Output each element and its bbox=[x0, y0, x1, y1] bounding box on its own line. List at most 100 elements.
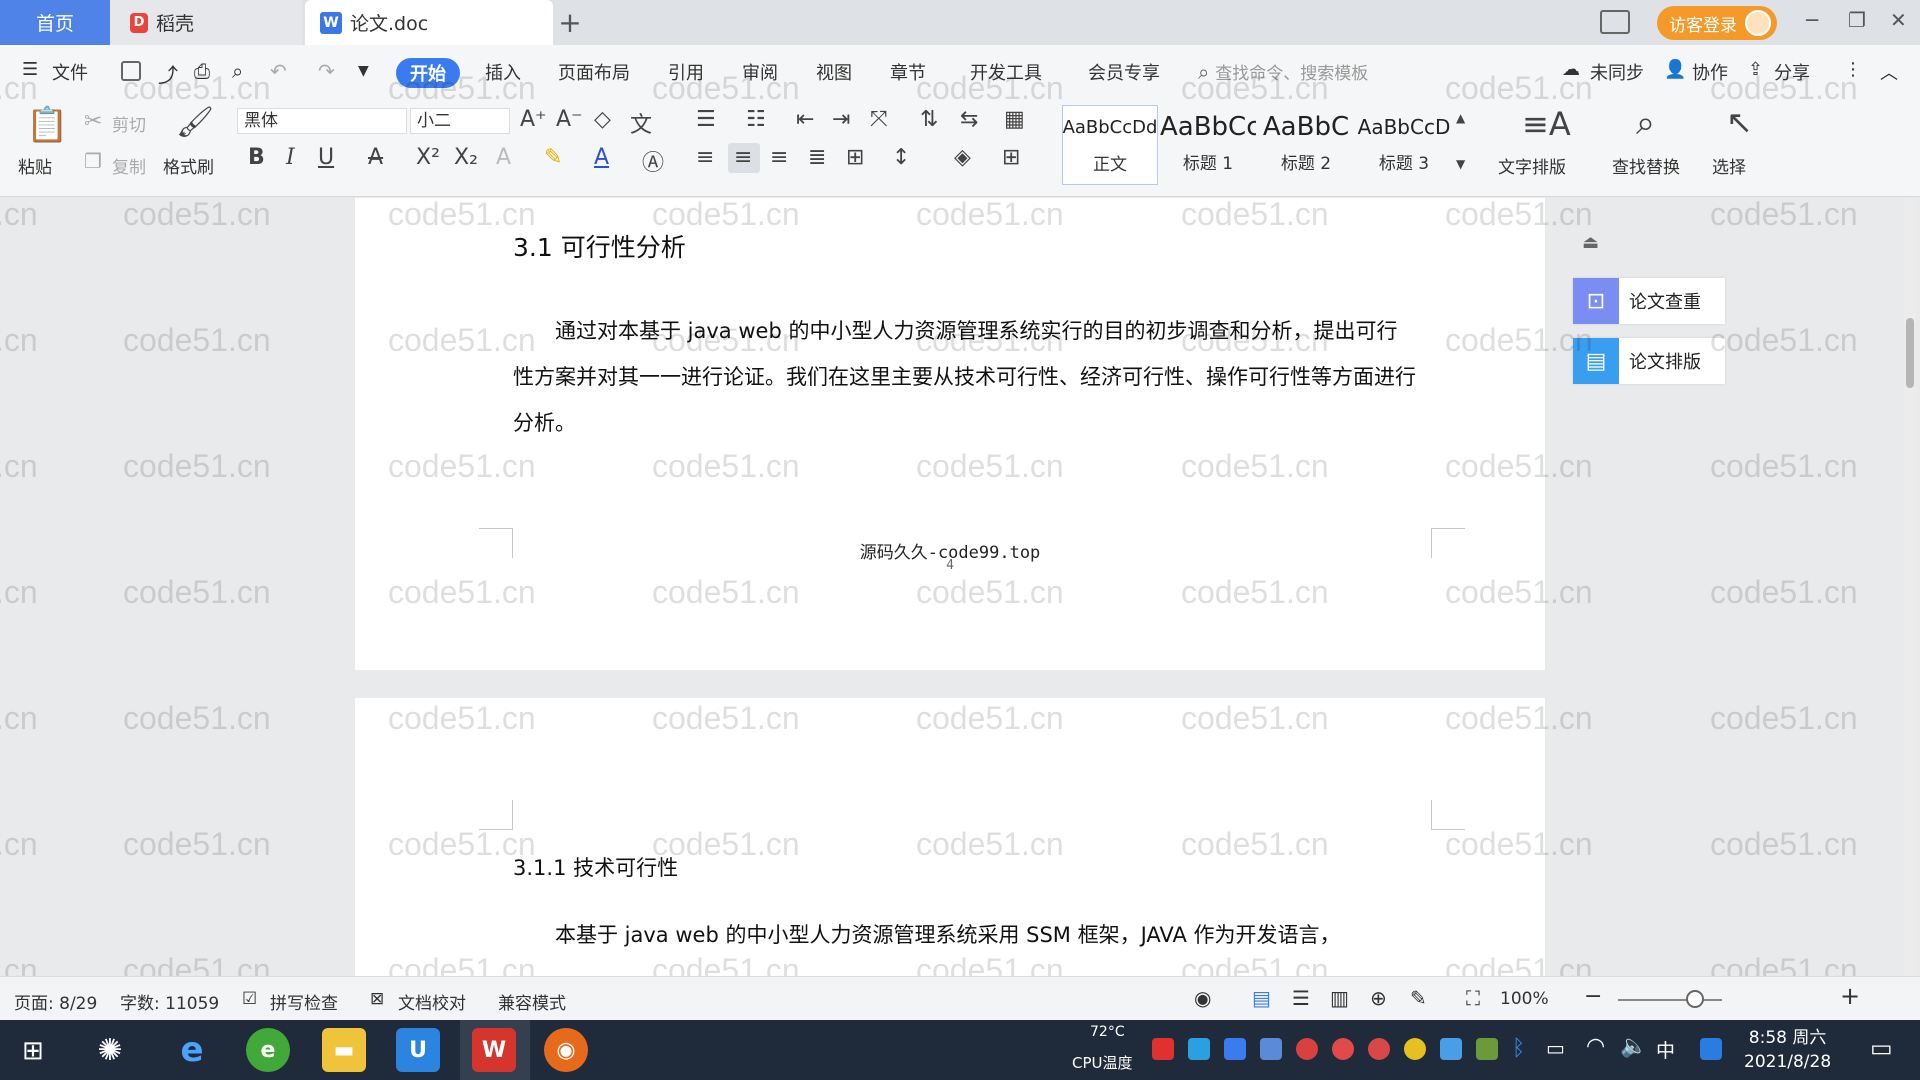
minimize-icon[interactable]: ─ bbox=[1806, 8, 1818, 32]
undo-icon[interactable]: ↶ bbox=[270, 59, 287, 83]
text-layout-button[interactable]: 文字排版 bbox=[1498, 153, 1566, 178]
panel-collapse-icon[interactable]: ⏏ bbox=[1582, 232, 1599, 253]
zoom-out-icon[interactable]: − bbox=[1584, 984, 1602, 1009]
redo-icon[interactable]: ↷ bbox=[318, 59, 335, 83]
menu-file[interactable]: 文件 bbox=[52, 59, 88, 85]
align-left-icon[interactable]: ≡ bbox=[696, 145, 714, 170]
write-view-icon[interactable]: ✎ bbox=[1410, 986, 1427, 1010]
table-tools-icon[interactable]: ▦ bbox=[1004, 107, 1025, 132]
font-color-icon[interactable]: A bbox=[594, 145, 609, 170]
volume-icon[interactable]: 🔈 bbox=[1620, 1034, 1647, 1059]
visitor-login-button[interactable]: 访客登录 bbox=[1657, 6, 1777, 40]
tray-app-icon[interactable] bbox=[1700, 1038, 1722, 1060]
browser-360-icon[interactable]: e bbox=[246, 1028, 290, 1072]
tray-app-icon[interactable] bbox=[1440, 1038, 1462, 1060]
italic-icon[interactable]: I bbox=[286, 145, 295, 170]
copy-icon[interactable]: ❐ bbox=[84, 149, 102, 173]
format-painter-button[interactable]: 格式刷 bbox=[163, 153, 214, 178]
web-view-icon[interactable]: ⊕ bbox=[1370, 986, 1387, 1010]
zoom-slider[interactable] bbox=[1618, 999, 1722, 1001]
strikethrough-icon[interactable]: A bbox=[368, 145, 383, 170]
paste-button[interactable]: 粘贴 bbox=[18, 153, 52, 178]
output-icon[interactable]: ⤴ bbox=[158, 59, 178, 88]
clear-format-icon[interactable]: ◇ bbox=[594, 107, 611, 132]
tray-app-icon[interactable] bbox=[1224, 1038, 1246, 1060]
menu-references[interactable]: 引用 bbox=[668, 59, 704, 85]
numbered-list-icon[interactable]: ☷ bbox=[746, 107, 766, 132]
text-direction-icon[interactable]: ⤧ bbox=[870, 107, 888, 132]
hamburger-icon[interactable]: ☰ bbox=[22, 59, 38, 80]
share-button[interactable]: 分享 bbox=[1774, 59, 1810, 85]
print-icon[interactable]: ⎙ bbox=[194, 59, 210, 83]
find-replace-icon[interactable]: ⌕ bbox=[1636, 103, 1655, 143]
zoom-in-icon[interactable]: + bbox=[1840, 982, 1860, 1010]
file-explorer-icon[interactable]: ▬ bbox=[322, 1028, 366, 1072]
start-icon[interactable]: ⊞ bbox=[22, 1036, 44, 1066]
spell-check-icon[interactable]: ☑ bbox=[242, 989, 257, 1009]
menu-review[interactable]: 审阅 bbox=[742, 59, 778, 85]
app-u-icon[interactable]: U bbox=[396, 1028, 440, 1072]
nvidia-icon[interactable] bbox=[1476, 1038, 1498, 1060]
paste-icon[interactable]: 📋 bbox=[26, 105, 68, 145]
sync-status[interactable]: 未同步 bbox=[1590, 59, 1644, 85]
sort-icon[interactable]: ⇅ bbox=[920, 107, 938, 132]
justify-icon[interactable]: ≣ bbox=[808, 145, 826, 170]
wps-icon[interactable]: W bbox=[472, 1028, 516, 1072]
grow-font-icon[interactable]: A⁺ bbox=[520, 107, 547, 132]
style-normal[interactable]: AaBbCcDd 正文 bbox=[1062, 105, 1158, 185]
styles-scroll-down-icon[interactable]: ▼ bbox=[1456, 157, 1465, 171]
eye-protection-icon[interactable]: ◉ bbox=[1194, 986, 1211, 1010]
paper-layout-button[interactable]: ▤ 论文排版 bbox=[1573, 338, 1725, 384]
ie-browser-icon[interactable]: e bbox=[170, 1028, 214, 1072]
styles-scroll-up-icon[interactable]: ▲ bbox=[1456, 111, 1465, 125]
text-layout-icon[interactable]: ≡A bbox=[1522, 105, 1571, 143]
word-count[interactable]: 字数: 11059 bbox=[120, 989, 219, 1014]
superscript-icon[interactable]: X² bbox=[416, 145, 440, 170]
shading-icon[interactable]: ◈ bbox=[954, 145, 971, 170]
menu-developer[interactable]: 开发工具 bbox=[970, 59, 1042, 85]
font-size-select[interactable]: 小二 bbox=[410, 108, 510, 134]
menu-chapter[interactable]: 章节 bbox=[890, 59, 926, 85]
new-tab-button[interactable]: + bbox=[555, 0, 585, 45]
highlight-icon[interactable]: ✎ bbox=[544, 145, 562, 170]
tab-document[interactable]: W 论文.doc bbox=[305, 0, 553, 45]
borders-icon[interactable]: ⊞ bbox=[1002, 145, 1020, 170]
menu-page-layout[interactable]: 页面布局 bbox=[558, 59, 630, 85]
proofread-button[interactable]: 文档校对 bbox=[398, 989, 466, 1014]
paper-check-button[interactable]: ⊡ 论文查重 bbox=[1573, 278, 1725, 324]
close-icon[interactable]: ✕ bbox=[1890, 8, 1907, 32]
convert-icon[interactable]: ⇆ bbox=[960, 107, 978, 132]
collapse-ribbon-icon[interactable]: ︿ bbox=[1880, 59, 1898, 85]
copy-button[interactable]: 复制 bbox=[112, 153, 146, 178]
format-painter-icon[interactable]: 🖌 bbox=[176, 105, 214, 140]
collab-icon[interactable]: 👤 bbox=[1664, 59, 1686, 80]
menu-insert[interactable]: 插入 bbox=[485, 59, 521, 85]
bold-icon[interactable]: B bbox=[248, 145, 265, 170]
document-page[interactable]: 3.1.1 技术可行性 本基于 java web 的中小型人力资源管理系统采用 … bbox=[355, 698, 1545, 976]
bullet-list-icon[interactable]: ☰ bbox=[696, 107, 716, 132]
line-spacing-icon[interactable]: ↕ bbox=[892, 145, 910, 170]
page-indicator[interactable]: 页面: 8/29 bbox=[14, 989, 97, 1014]
ime-indicator[interactable]: 中 bbox=[1656, 1036, 1675, 1063]
style-heading1[interactable]: AaBbCc 标题 1 bbox=[1160, 105, 1256, 185]
tray-app-icon[interactable] bbox=[1188, 1038, 1210, 1060]
collab-button[interactable]: 协作 bbox=[1692, 59, 1728, 85]
tray-app-icon[interactable] bbox=[1152, 1038, 1174, 1060]
page-view-icon[interactable]: ▤ bbox=[1252, 986, 1271, 1010]
notification-icon[interactable]: ▭ bbox=[1870, 1034, 1893, 1062]
char-border-icon[interactable]: Ⓐ bbox=[642, 145, 664, 177]
battery-icon[interactable]: ▭ bbox=[1546, 1036, 1565, 1060]
cloud-sync-icon[interactable]: ☁ bbox=[1562, 59, 1580, 80]
restore-icon[interactable]: ❐ bbox=[1848, 8, 1866, 32]
command-search[interactable]: ⌕ 查找命令、搜索模板 bbox=[1198, 59, 1368, 85]
distribute-icon[interactable]: ⊞ bbox=[846, 145, 864, 170]
wifi-icon[interactable]: ◠ bbox=[1586, 1034, 1605, 1059]
pinwheel-app-icon[interactable]: ✺ bbox=[88, 1028, 132, 1072]
zoom-level[interactable]: 100% bbox=[1500, 989, 1549, 1009]
font-family-select[interactable]: 黑体 bbox=[237, 108, 407, 134]
menu-member[interactable]: 会员专享 bbox=[1088, 59, 1160, 85]
proofread-icon[interactable]: ⊠ bbox=[370, 989, 384, 1009]
style-heading3[interactable]: AaBbCcD 标题 3 bbox=[1356, 105, 1452, 185]
fit-page-icon[interactable]: ⛶ bbox=[1466, 986, 1480, 1010]
chevron-down-icon[interactable]: ▼ bbox=[358, 63, 369, 79]
